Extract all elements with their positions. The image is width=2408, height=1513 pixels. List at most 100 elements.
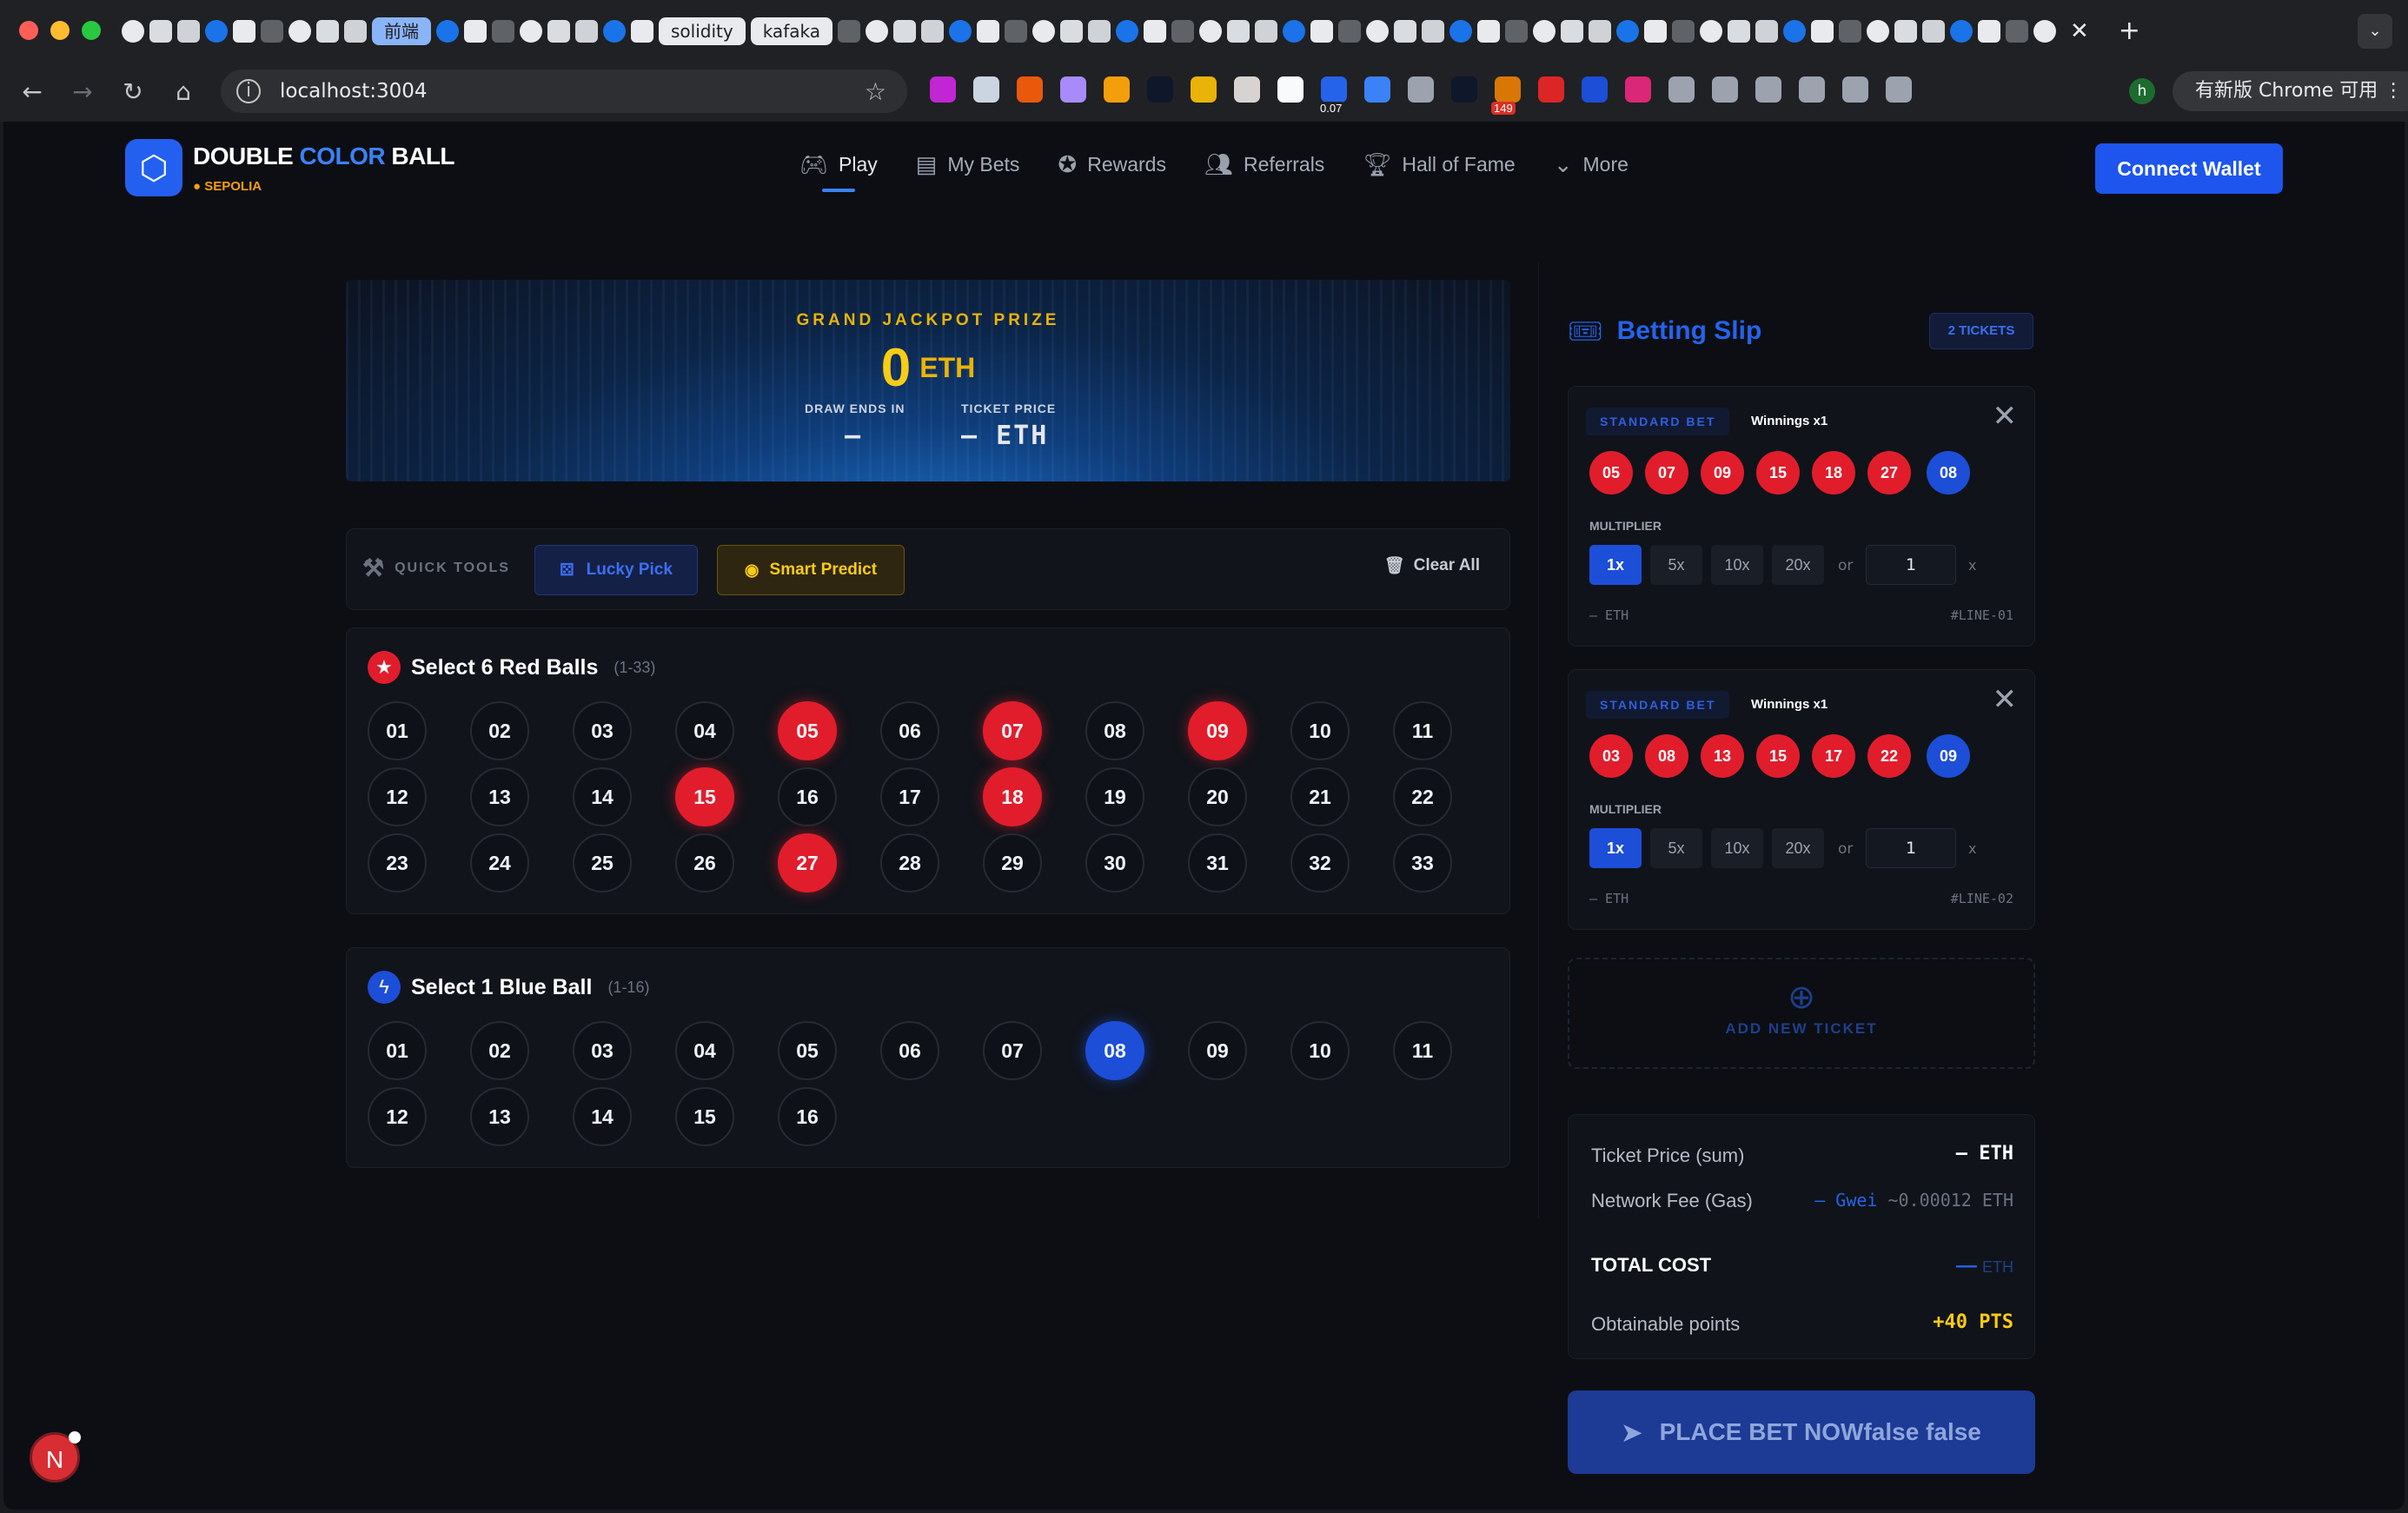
minimize-window-button[interactable] xyxy=(50,21,70,40)
tab-group-chip[interactable]: 前端 xyxy=(372,17,431,45)
blue-ball-option[interactable]: 11 xyxy=(1393,1021,1452,1080)
pinned-tab-favicon-icon[interactable] xyxy=(865,19,888,43)
browser-extension-icon[interactable] xyxy=(1886,76,1912,103)
browser-extension-icon[interactable] xyxy=(1060,76,1086,103)
smart-predict-button[interactable]: ◉ Smart Predict xyxy=(717,545,905,595)
browser-extension-icon[interactable] xyxy=(1451,76,1477,103)
red-ball-option[interactable]: 19 xyxy=(1085,767,1144,826)
browser-extension-icon[interactable] xyxy=(1277,76,1304,103)
pinned-tab-favicon-icon[interactable] xyxy=(1476,19,1500,43)
reload-button[interactable]: ↻ xyxy=(108,77,158,106)
pinned-tab-favicon-icon[interactable] xyxy=(464,19,487,43)
red-ball-option[interactable]: 09 xyxy=(1188,701,1247,760)
browser-extension-icon[interactable] xyxy=(930,76,956,103)
browser-extension-icon[interactable] xyxy=(973,76,999,103)
blue-ball-option[interactable]: 09 xyxy=(1188,1021,1247,1080)
close-tab-icon[interactable]: ✕ xyxy=(2070,18,2089,44)
browser-extension-icon[interactable]: 0.07 xyxy=(1317,76,1347,115)
pinned-tab-favicon-icon[interactable] xyxy=(1532,19,1556,43)
red-ball-option[interactable]: 16 xyxy=(778,767,837,826)
pinned-tab-favicon-icon[interactable] xyxy=(631,19,653,43)
red-ball-option[interactable]: 10 xyxy=(1290,701,1350,760)
red-ball-option[interactable]: 12 xyxy=(368,767,427,826)
red-ball-option[interactable]: 24 xyxy=(470,833,529,893)
pinned-tab-favicon-icon[interactable] xyxy=(1421,19,1444,43)
tab-group-chip[interactable]: solidity xyxy=(659,17,746,45)
pinned-tab-favicon-icon[interactable] xyxy=(1059,19,1083,43)
pinned-tab-favicon-icon[interactable] xyxy=(1087,19,1111,43)
pinned-tab-favicon-icon[interactable] xyxy=(1226,19,1250,43)
pinned-tab-favicon-icon[interactable] xyxy=(122,19,144,43)
red-ball-option[interactable]: 15 xyxy=(675,767,734,826)
blue-ball-option[interactable]: 01 xyxy=(368,1021,427,1080)
red-ball-option[interactable]: 30 xyxy=(1085,833,1144,893)
pinned-tab-favicon-icon[interactable] xyxy=(1921,19,1945,43)
red-ball-option[interactable]: 08 xyxy=(1085,701,1144,760)
pinned-tab-favicon-icon[interactable] xyxy=(1198,19,1222,43)
multiplier-option-button[interactable]: 20x xyxy=(1772,545,1824,585)
close-window-button[interactable] xyxy=(19,21,38,40)
blue-ball-option[interactable]: 06 xyxy=(880,1021,939,1080)
pinned-tab-favicon-icon[interactable] xyxy=(1504,19,1528,43)
pinned-tab-favicon-icon[interactable] xyxy=(1949,19,1973,43)
red-ball-option[interactable]: 04 xyxy=(675,701,734,760)
pinned-tab-favicon-icon[interactable] xyxy=(920,19,944,43)
pinned-tab-favicon-icon[interactable] xyxy=(149,19,172,43)
pinned-tab-favicon-icon[interactable] xyxy=(1282,19,1305,43)
red-ball-option[interactable]: 17 xyxy=(880,767,939,826)
red-ball-option[interactable]: 27 xyxy=(778,833,837,893)
pinned-tab-favicon-icon[interactable] xyxy=(1782,19,1806,43)
remove-ticket-close-icon[interactable]: ✕ xyxy=(1993,682,2018,717)
red-ball-option[interactable]: 07 xyxy=(983,701,1042,760)
pinned-tab-favicon-icon[interactable] xyxy=(261,19,283,43)
pinned-tab-favicon-icon[interactable] xyxy=(1004,19,1027,43)
pinned-tab-favicon-icon[interactable] xyxy=(1254,19,1277,43)
pinned-tabs[interactable]: 前端 solidity kafaka ✕ + xyxy=(122,16,2140,46)
blue-ball-option[interactable]: 05 xyxy=(778,1021,837,1080)
blue-ball-option[interactable]: 02 xyxy=(470,1021,529,1080)
red-ball-option[interactable]: 06 xyxy=(880,701,939,760)
pinned-tab-favicon-icon[interactable] xyxy=(892,19,916,43)
multiplier-option-button[interactable]: 1x xyxy=(1589,828,1642,868)
red-ball-option[interactable]: 03 xyxy=(573,701,632,760)
pinned-tab-favicon-icon[interactable] xyxy=(1866,19,1889,43)
add-new-ticket-button[interactable]: ⊕ ADD NEW TICKET xyxy=(1568,958,2035,1069)
connect-wallet-button[interactable]: Connect Wallet xyxy=(2095,143,2283,194)
pinned-tab-favicon-icon[interactable] xyxy=(1615,19,1639,43)
nav-more[interactable]: ⌄ More xyxy=(1554,151,1629,178)
pinned-tab-favicon-icon[interactable] xyxy=(1755,19,1778,43)
home-button[interactable]: ⌂ xyxy=(158,77,209,106)
url-text[interactable]: localhost:3004 xyxy=(280,80,428,103)
pinned-tab-favicon-icon[interactable] xyxy=(233,19,255,43)
red-ball-option[interactable]: 31 xyxy=(1188,833,1247,893)
pinned-tab-favicon-icon[interactable] xyxy=(575,19,598,43)
tab-group-chip[interactable]: kafaka xyxy=(750,17,833,45)
browser-extension-icon[interactable] xyxy=(1408,76,1434,103)
blue-ball-option[interactable]: 08 xyxy=(1085,1021,1144,1080)
pinned-tab-favicon-icon[interactable] xyxy=(1699,19,1722,43)
red-ball-option[interactable]: 29 xyxy=(983,833,1042,893)
tab-search-button[interactable]: ⌄ xyxy=(2358,14,2392,49)
pinned-tab-favicon-icon[interactable] xyxy=(1449,19,1472,43)
browser-extension-icon[interactable] xyxy=(1191,76,1217,103)
pinned-tab-favicon-icon[interactable] xyxy=(205,19,228,43)
red-ball-option[interactable]: 25 xyxy=(573,833,632,893)
red-ball-option[interactable]: 28 xyxy=(880,833,939,893)
pinned-tab-favicon-icon[interactable] xyxy=(1671,19,1695,43)
pinned-tab-favicon-icon[interactable] xyxy=(1337,19,1361,43)
pinned-tab-favicon-icon[interactable] xyxy=(177,19,200,43)
blue-ball-option[interactable]: 15 xyxy=(675,1087,734,1146)
multiplier-option-button[interactable]: 5x xyxy=(1650,545,1702,585)
pinned-tab-favicon-icon[interactable] xyxy=(344,19,367,43)
red-ball-option[interactable]: 05 xyxy=(778,701,837,760)
blue-ball-option[interactable]: 10 xyxy=(1290,1021,1350,1080)
browser-extension-icon[interactable] xyxy=(1625,76,1651,103)
nav-my-bets[interactable]: ▤ My Bets xyxy=(916,151,1020,178)
pinned-tab-favicon-icon[interactable] xyxy=(1032,19,1055,43)
nav-hall-of-fame[interactable]: 🏆︎ Hall of Fame xyxy=(1363,151,1515,178)
nav-play[interactable]: 🎮︎ Play xyxy=(799,151,878,192)
browser-extension-icon[interactable] xyxy=(1712,76,1738,103)
pinned-tab-favicon-icon[interactable] xyxy=(1838,19,1861,43)
red-ball-option[interactable]: 20 xyxy=(1188,767,1247,826)
browser-extension-icon[interactable] xyxy=(1147,76,1173,103)
